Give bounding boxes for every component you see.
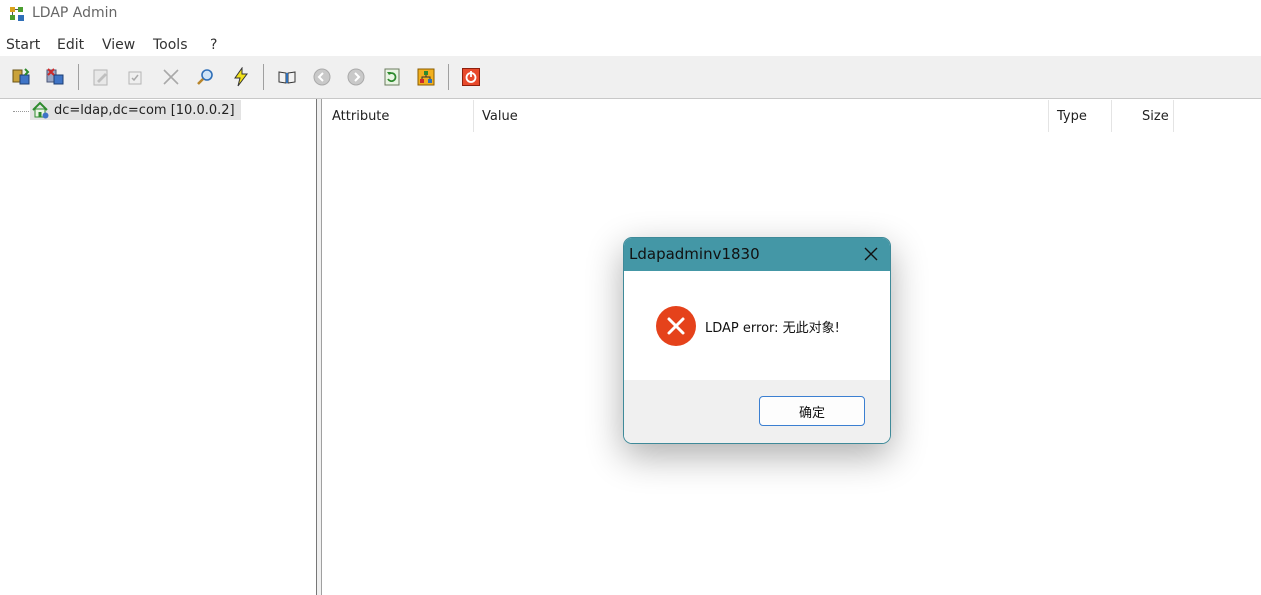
exit-power-icon	[462, 68, 480, 86]
quick-search-bolt-icon	[234, 67, 248, 87]
menu-edit[interactable]: Edit	[57, 37, 84, 53]
tree-connector-line	[13, 111, 31, 112]
column-divider[interactable]	[1111, 100, 1112, 132]
menu-tools[interactable]: Tools	[153, 37, 188, 53]
dialog-title-bar[interactable]: Ldapadminv1830	[624, 238, 890, 271]
server-home-icon	[32, 101, 49, 119]
column-header-type[interactable]: Type	[1057, 100, 1087, 132]
forward-button[interactable]	[345, 66, 367, 88]
tree-root-label: dc=ldap,dc=com [10.0.0.2]	[54, 102, 235, 118]
column-divider[interactable]	[473, 100, 474, 132]
directory-tree-panel[interactable]	[0, 99, 316, 595]
quick-search-button[interactable]	[230, 66, 252, 88]
toolbar	[0, 56, 1261, 99]
connect-icon	[12, 68, 30, 85]
edit-entry-button[interactable]	[90, 66, 112, 88]
dialog-message: LDAP error: 无此对象!	[705, 321, 840, 336]
title-bar: LDAP Admin	[0, 0, 1261, 28]
tree-view-button[interactable]	[415, 66, 437, 88]
refresh-icon	[384, 68, 400, 86]
back-button[interactable]	[311, 66, 333, 88]
exit-button[interactable]	[460, 66, 482, 88]
column-header-attribute[interactable]: Attribute	[332, 100, 389, 132]
forward-arrow-icon	[347, 68, 365, 86]
back-arrow-icon	[313, 68, 331, 86]
panel-splitter[interactable]	[316, 99, 322, 595]
menu-help[interactable]: ?	[210, 37, 217, 53]
connect-button[interactable]	[10, 66, 32, 88]
column-header-size[interactable]: Size	[1142, 100, 1169, 132]
tree-root-node[interactable]: dc=ldap,dc=com [10.0.0.2]	[30, 100, 241, 120]
menu-view[interactable]: View	[102, 37, 135, 53]
ldap-admin-app-icon	[10, 7, 24, 21]
column-divider[interactable]	[1173, 100, 1174, 132]
menu-start[interactable]: Start	[6, 37, 40, 53]
schema-button[interactable]	[276, 66, 298, 88]
close-icon	[864, 247, 878, 261]
disconnect-button[interactable]	[44, 66, 66, 88]
schema-book-icon	[278, 71, 296, 84]
tree-view-icon	[417, 68, 435, 86]
ok-button[interactable]: 确定	[759, 396, 865, 426]
search-button[interactable]	[194, 66, 216, 88]
error-icon	[656, 306, 696, 346]
column-header-value[interactable]: Value	[482, 100, 518, 132]
properties-button[interactable]	[124, 66, 146, 88]
menu-bar: Start Edit View Tools ?	[0, 34, 1261, 56]
dialog-close-button[interactable]	[858, 242, 884, 266]
toolbar-separator	[263, 64, 264, 90]
search-icon	[197, 69, 213, 85]
refresh-button[interactable]	[381, 66, 403, 88]
dialog-title: Ldapadminv1830	[629, 245, 760, 263]
delete-button[interactable]	[160, 66, 182, 88]
dialog-footer: 确定	[624, 380, 890, 443]
toolbar-separator	[78, 64, 79, 90]
disconnect-icon	[46, 68, 64, 85]
edit-entry-icon	[93, 69, 108, 86]
window-title: LDAP Admin	[32, 5, 118, 21]
properties-icon	[128, 71, 142, 85]
delete-icon	[163, 69, 179, 85]
toolbar-separator	[448, 64, 449, 90]
error-dialog: Ldapadminv1830 LDAP error: 无此对象! 确定	[623, 237, 891, 444]
column-divider[interactable]	[1048, 100, 1049, 132]
